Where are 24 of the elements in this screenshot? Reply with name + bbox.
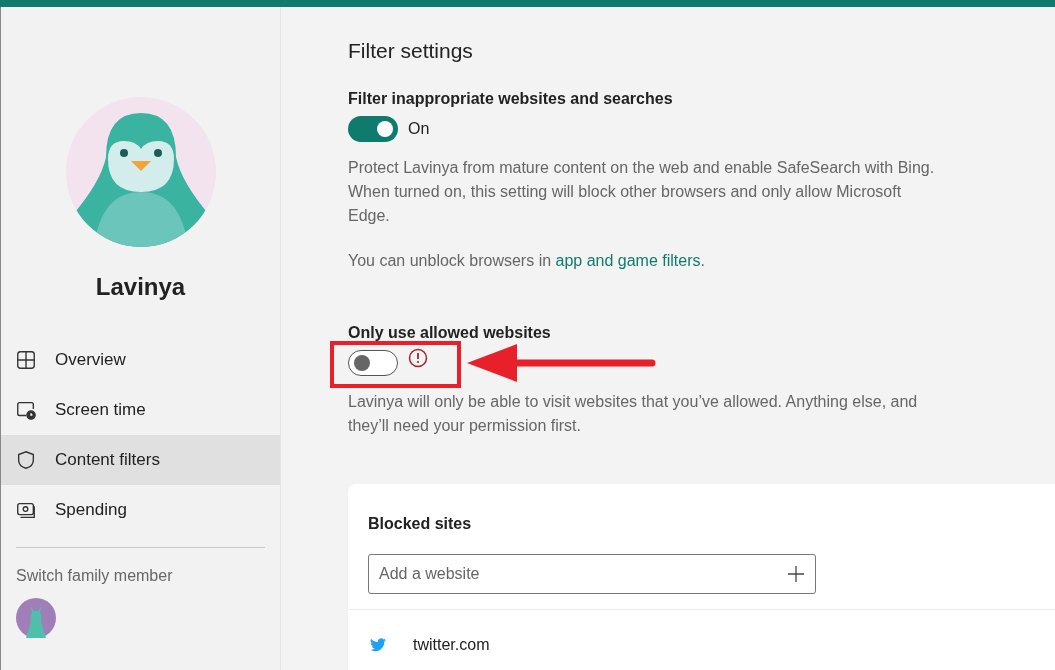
bird-icon [370,637,386,652]
site-name: twitter.com [413,634,490,655]
nav-item[interactable]: Spending [1,485,280,535]
setting-title: Filter inappropriate websites and searches [348,88,674,109]
switch-member-label: Switch family member [16,566,174,586]
card-title: Blocked sites [368,513,473,534]
plus-icon[interactable] [788,565,804,582]
nav-item[interactable]: Screen time [1,385,280,435]
toggle-switch[interactable] [348,349,398,376]
add-website-field[interactable]: Add a website [368,553,816,594]
shield-icon [15,449,37,471]
screen-clock-icon [15,399,37,421]
toggle-switch[interactable] [348,115,398,142]
filters-link[interactable]: app and game filters [555,251,701,269]
description-text: You can unblock browsers in app and game filters. [348,250,706,271]
setting-title: Only use allowed websites [348,322,552,343]
profile-name: Lavinya [94,272,187,302]
nav-item[interactable]: Content filters [1,435,280,485]
section-title: Filter settings [348,38,474,64]
description-text: Protect Lavinya from mature content on the web and enable SafeSearch with Bing. When turned on, this setting will block other browsers and only allow Microsoft Edge. [348,157,936,226]
grid-icon [15,349,37,371]
toggle-state: On [408,118,430,139]
description-text: Lavinya will only be able to visit websites that you’ve allowed. Anything else, and they’ll need your permission first. [348,391,919,436]
nav-item[interactable]: Overview [1,335,280,385]
